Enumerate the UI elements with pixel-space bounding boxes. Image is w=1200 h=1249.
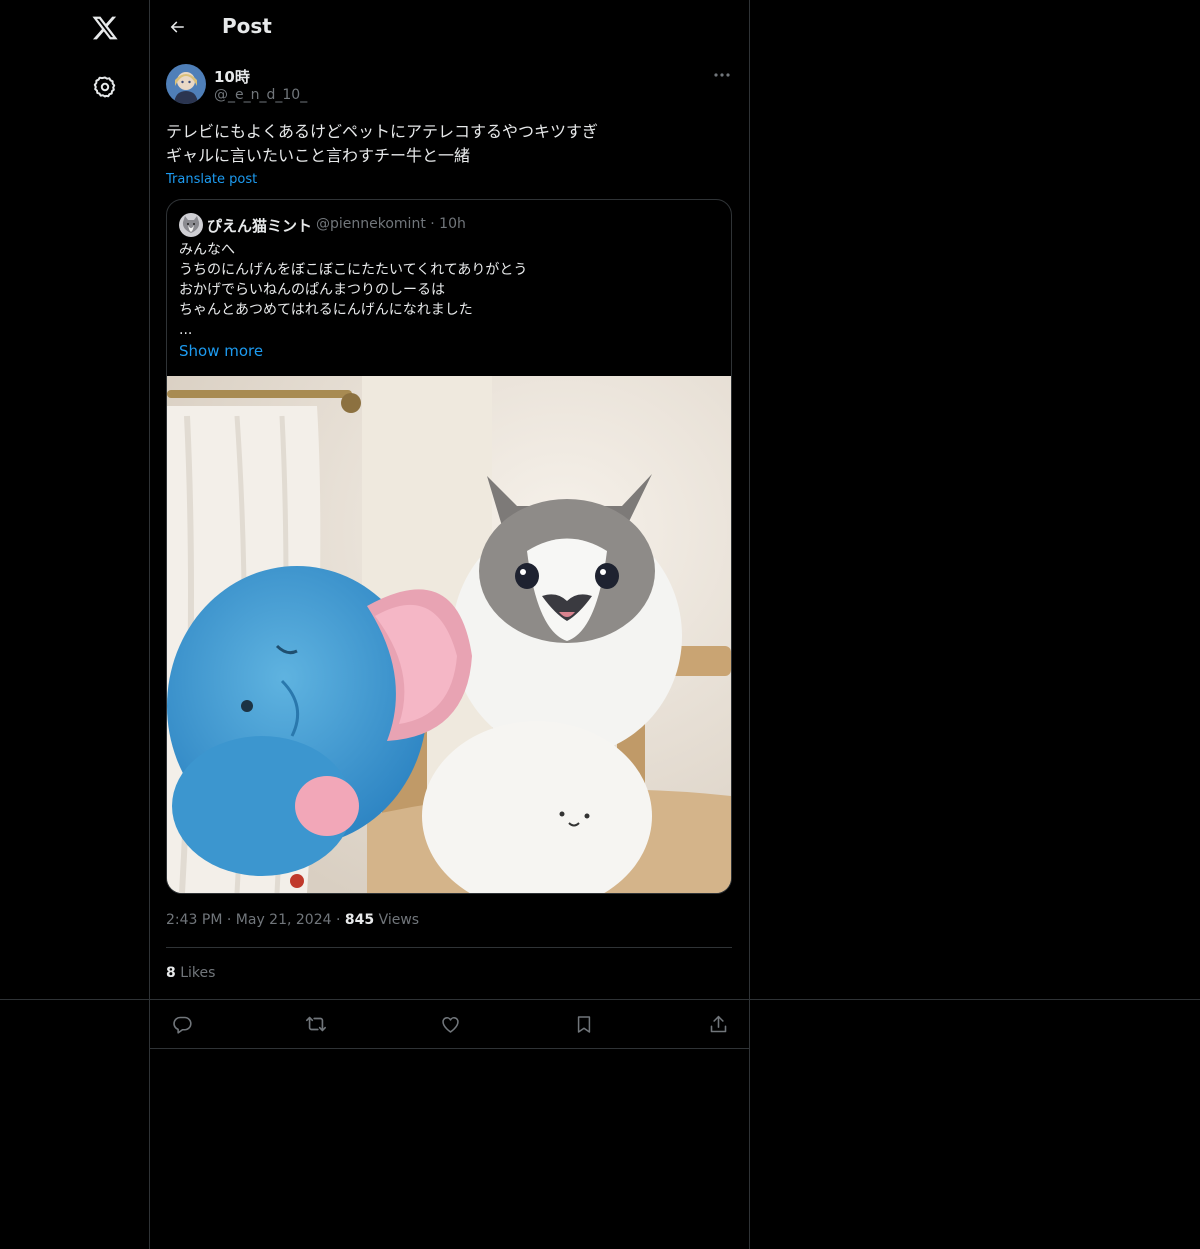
likes-label: Likes bbox=[180, 965, 216, 981]
quote-time: 10h bbox=[439, 216, 466, 232]
dot-separator: · bbox=[335, 912, 345, 928]
quote-text-line: ちゃんとあつめてはれるにんげんになれました bbox=[179, 302, 473, 318]
divider-line bbox=[166, 947, 732, 948]
header: Post bbox=[150, 0, 749, 55]
dot-separator: · bbox=[430, 216, 440, 232]
quoted-post[interactable]: ぴえん猫ミント @piennekomint · 10h みんなへ うちのにんげん… bbox=[166, 199, 732, 894]
quote-author-meta: @piennekomint · 10h bbox=[316, 216, 466, 232]
action-bar bbox=[150, 1000, 749, 1049]
post-text: テレビにもよくあるけどペットにアテレコするやつキツすぎ ギャルに言いたいこと言わ… bbox=[166, 120, 726, 168]
reply-icon[interactable] bbox=[170, 1012, 194, 1036]
repost-icon[interactable] bbox=[304, 1012, 328, 1036]
post-time[interactable]: 2:43 PM bbox=[166, 912, 222, 928]
post-meta: 2:43 PM · May 21, 2024 · 845 Views bbox=[166, 912, 419, 928]
like-icon[interactable] bbox=[438, 1012, 462, 1036]
dot-separator: · bbox=[226, 912, 236, 928]
quote-photo[interactable] bbox=[167, 376, 731, 893]
quote-author-name: ぴえん猫ミント bbox=[207, 217, 313, 235]
page-title: Post bbox=[222, 14, 272, 38]
views-count: 845 bbox=[344, 912, 375, 928]
post-text-line: テレビにもよくあるけどペットにアテレコするやつキツすぎ bbox=[166, 122, 599, 141]
quote-text-line: みんなへ bbox=[179, 242, 235, 258]
left-nav bbox=[0, 0, 149, 1249]
author-avatar[interactable] bbox=[166, 64, 206, 104]
post-date[interactable]: May 21, 2024 bbox=[236, 912, 332, 928]
main-column: Post 10時 @_e_n_d_10_ テレビにもよくあるけどペットにアテレコ… bbox=[149, 0, 750, 1249]
back-arrow-icon[interactable] bbox=[164, 12, 190, 42]
share-icon[interactable] bbox=[706, 1012, 730, 1036]
post-text-line: ギャルに言いたいこと言わすチー牛と一緒 bbox=[166, 146, 471, 165]
quote-text-line: おかげでらいねんのぱんまつりのしーるは bbox=[179, 282, 445, 298]
likes-count: 8 bbox=[166, 965, 176, 981]
quote-author-avatar bbox=[179, 213, 203, 237]
quote-text-line: うちのにんげんをぼこぼこにたたいてくれてありがとう bbox=[179, 262, 528, 278]
likes-summary[interactable]: 8 Likes bbox=[166, 965, 215, 981]
settings-gear-icon[interactable] bbox=[85, 67, 125, 107]
bookmark-icon[interactable] bbox=[572, 1012, 596, 1036]
views-label: Views bbox=[378, 912, 420, 928]
author-name[interactable]: 10時 bbox=[214, 66, 250, 87]
quote-text-line: ... bbox=[179, 322, 193, 338]
more-options-icon[interactable] bbox=[710, 64, 734, 86]
translate-post-link[interactable]: Translate post bbox=[166, 172, 257, 187]
quote-author-handle: @piennekomint bbox=[316, 216, 426, 232]
quote-text: みんなへ うちのにんげんをぼこぼこにたたいてくれてありがとう おかげでらいねんの… bbox=[179, 240, 527, 340]
author-handle[interactable]: @_e_n_d_10_ bbox=[214, 87, 307, 103]
x-logo-icon[interactable] bbox=[85, 8, 125, 48]
show-more-link[interactable]: Show more bbox=[179, 342, 263, 360]
